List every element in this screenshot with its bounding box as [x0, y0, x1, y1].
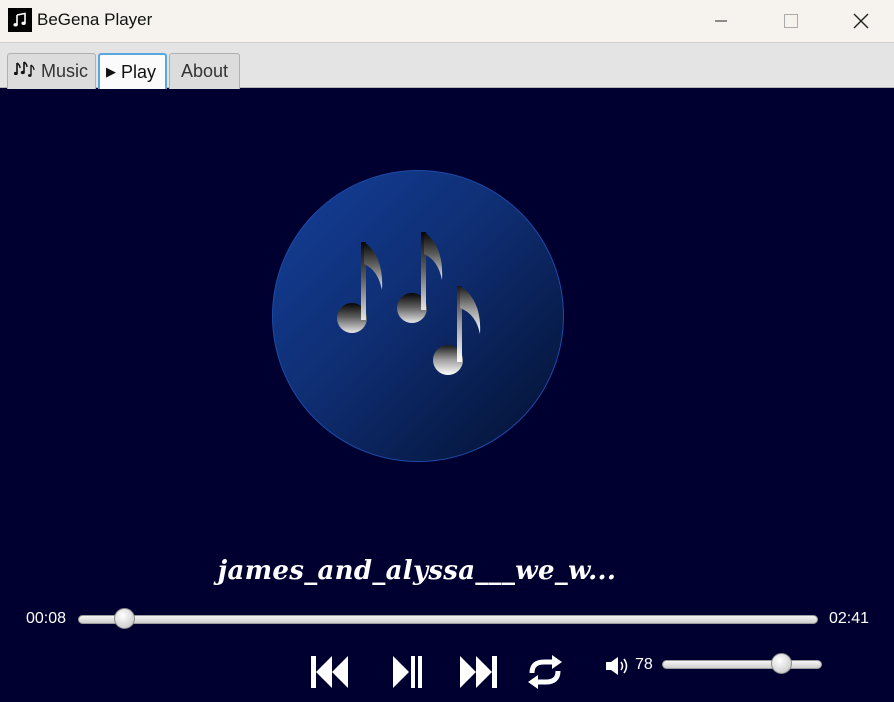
seek-track[interactable]: [78, 615, 818, 624]
total-time: 02:41: [829, 610, 870, 627]
music-notes-icon: [13, 60, 36, 83]
repeat-icon: [528, 655, 562, 689]
play-icon: ▶: [106, 64, 116, 79]
close-button[interactable]: [826, 0, 894, 42]
maximize-button[interactable]: [756, 0, 826, 42]
play-pause-button[interactable]: [386, 652, 426, 692]
volume-thumb[interactable]: [770, 653, 792, 674]
volume-track[interactable]: [662, 660, 822, 669]
tab-bar: Music ▶ Play About: [0, 42, 894, 89]
window-title: BeGena Player: [37, 10, 153, 29]
next-button[interactable]: [456, 652, 502, 692]
repeat-button[interactable]: [522, 652, 568, 692]
tab-about-label: About: [180, 61, 229, 81]
music-notes-icon: [337, 232, 481, 375]
close-icon: [853, 13, 869, 29]
tab-about[interactable]: About: [169, 53, 240, 89]
tab-play[interactable]: ▶ Play: [98, 53, 167, 89]
tab-music[interactable]: Music: [7, 53, 96, 89]
song-title: james_and_alyssa___we_w...: [217, 556, 617, 586]
previous-icon: [311, 656, 348, 688]
previous-button[interactable]: [306, 652, 352, 692]
seek-thumb[interactable]: [113, 608, 135, 629]
play-pause-icon: [393, 656, 422, 688]
minimize-icon: [715, 20, 727, 22]
volume-value: 78: [635, 656, 653, 673]
music-note-icon: [8, 8, 32, 32]
tab-play-label: Play: [121, 61, 157, 82]
maximize-icon: [784, 14, 798, 28]
speaker-icon[interactable]: [604, 655, 632, 677]
minimize-button[interactable]: [686, 0, 756, 42]
next-icon: [460, 656, 497, 688]
tab-music-label: Music: [41, 61, 89, 81]
elapsed-time: 00:08: [26, 610, 67, 627]
title-bar: BeGena Player: [0, 0, 894, 42]
